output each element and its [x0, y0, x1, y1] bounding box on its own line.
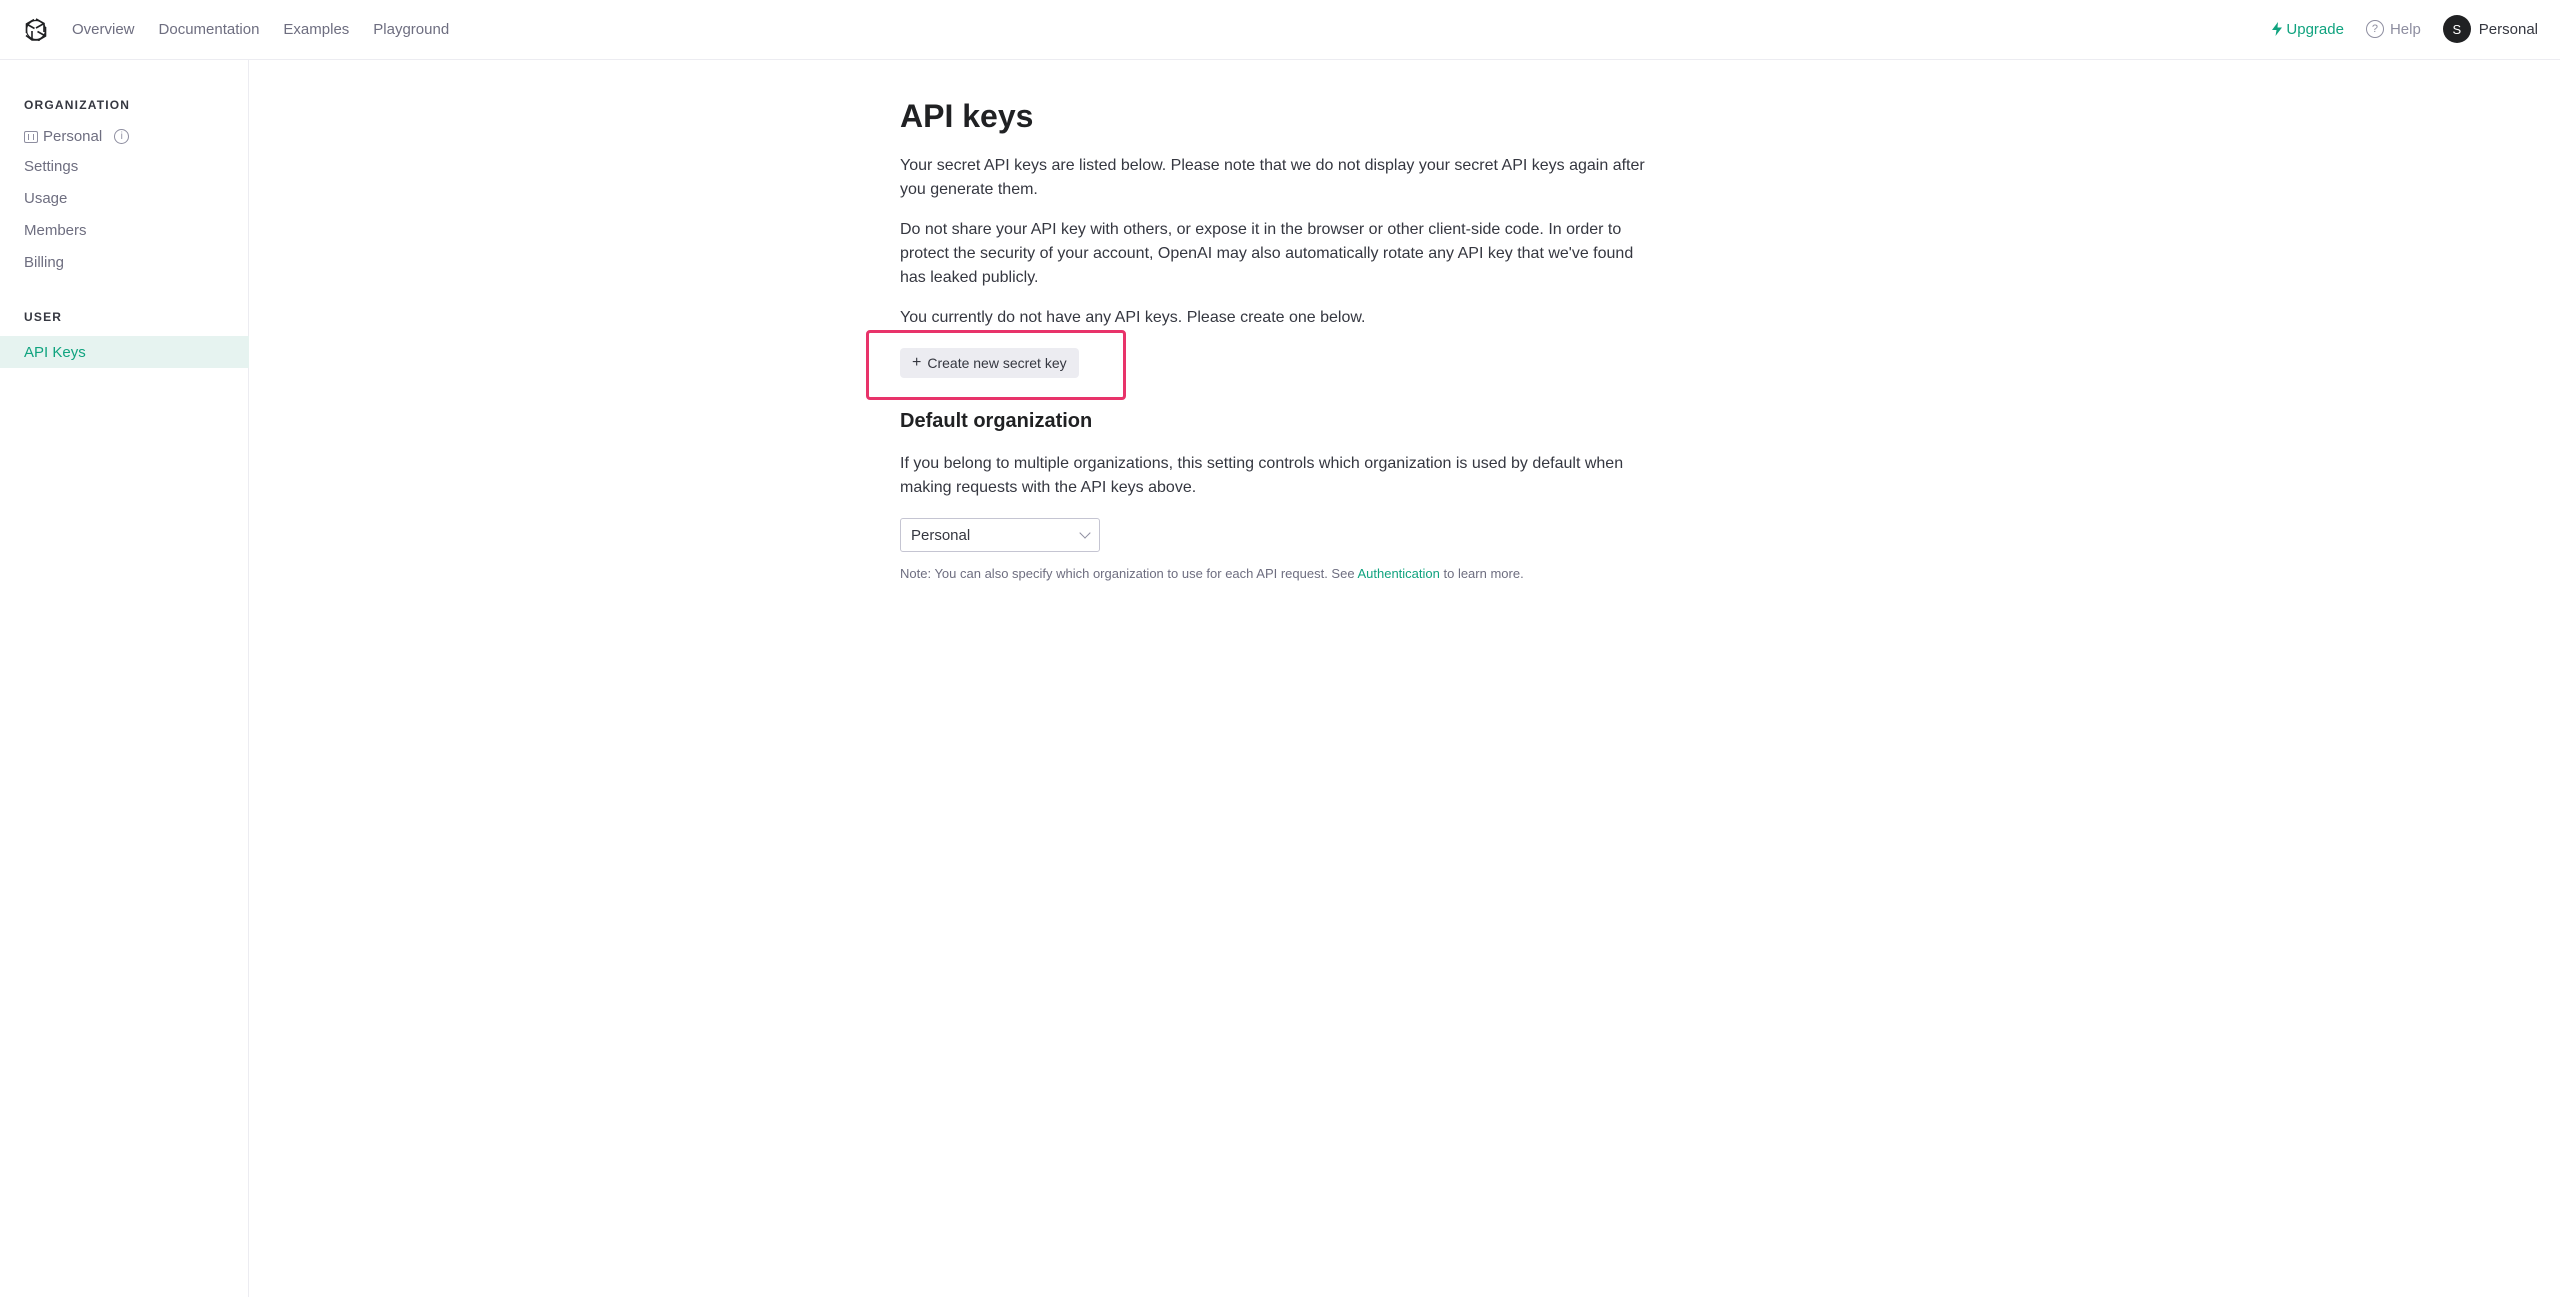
org-select-value: Personal: [911, 526, 971, 544]
org-name: Personal: [43, 128, 103, 145]
openai-logo-icon[interactable]: [22, 16, 50, 44]
nav-playground[interactable]: Playground: [373, 21, 449, 38]
note-text: Note: You can also specify which organiz…: [900, 566, 1524, 581]
profile-menu[interactable]: S Personal: [2442, 15, 2538, 43]
help-icon: ?: [2365, 20, 2384, 38]
help-label: Help: [2389, 20, 2421, 38]
nav-overview[interactable]: Overview: [72, 21, 135, 38]
upgrade-label: Upgrade: [2286, 20, 2344, 38]
create-button-label: Create new secret key: [927, 355, 1067, 371]
sidebar-heading-organization: ORGANIZATION: [24, 98, 131, 112]
sidebar-item-org-personal[interactable]: Personal i: [24, 128, 130, 145]
default-org-description: If you belong to multiple organizations,…: [900, 455, 1624, 496]
avatar: S: [2442, 15, 2471, 43]
note-prefix: Note: You can also specify which organiz…: [900, 566, 1358, 581]
nav-links: Overview Documentation Examples Playgrou…: [72, 0, 473, 58]
plus-icon: +: [912, 354, 922, 371]
warning-text: Do not share your API key with others, o…: [900, 221, 1634, 286]
sidebar-item-billing[interactable]: Billing: [24, 254, 64, 271]
sidebar-item-api-keys[interactable]: API Keys: [0, 336, 249, 368]
sidebar: ORGANIZATION Personal i Settings Usage M…: [0, 60, 249, 1297]
empty-state-text: You currently do not have any API keys. …: [900, 309, 1366, 326]
top-navbar: Overview Documentation Examples Playgrou…: [0, 0, 2560, 60]
default-org-title: Default organization: [900, 410, 1093, 432]
upgrade-link[interactable]: Upgrade: [2272, 21, 2344, 38]
nav-right: Upgrade ? Help S Personal: [2272, 0, 2538, 58]
sidebar-item-settings[interactable]: Settings: [24, 158, 78, 175]
sidebar-heading-user: USER: [24, 310, 63, 324]
nav-documentation[interactable]: Documentation: [159, 21, 260, 38]
nav-examples[interactable]: Examples: [283, 21, 349, 38]
sidebar-item-usage[interactable]: Usage: [24, 190, 67, 207]
chevron-down-icon: [1079, 527, 1091, 539]
lightning-icon: [2272, 22, 2283, 36]
profile-label: Personal: [2478, 20, 2538, 38]
intro-text: Your secret API keys are listed below. P…: [900, 157, 1645, 198]
info-icon[interactable]: i: [114, 129, 130, 144]
sidebar-item-members[interactable]: Members: [24, 222, 87, 239]
default-org-select[interactable]: Personal: [900, 518, 1100, 552]
page-title: API keys: [900, 98, 1034, 134]
authentication-link[interactable]: Authentication: [1357, 566, 1439, 581]
note-suffix: to learn more.: [1439, 566, 1524, 581]
create-secret-key-button[interactable]: + Create new secret key: [900, 348, 1079, 378]
building-icon: [24, 130, 38, 143]
help-link[interactable]: ? Help: [2365, 20, 2421, 38]
